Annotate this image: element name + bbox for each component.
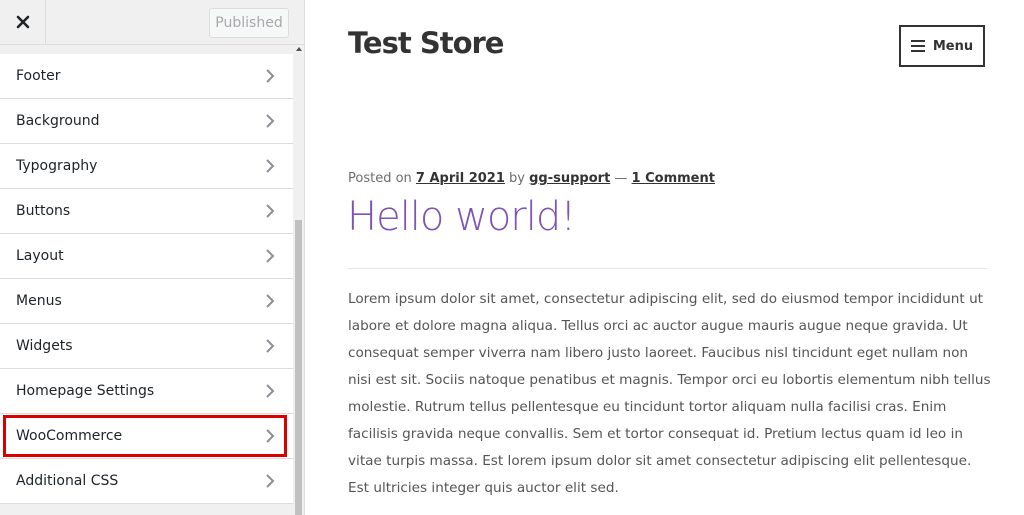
section-layout[interactable]: Layout	[0, 234, 293, 279]
post-author-link[interactable]: gg-support	[529, 171, 610, 186]
post-date-link[interactable]: 7 April 2021	[416, 171, 505, 186]
chevron-right-icon	[266, 339, 275, 353]
section-label: Layout	[16, 248, 64, 264]
section-buttons[interactable]: Buttons	[0, 189, 293, 234]
sidebar-header: Published	[0, 0, 304, 45]
section-typography[interactable]: Typography	[0, 144, 293, 189]
menu-toggle-button[interactable]: Menu	[899, 25, 985, 67]
section-label: Background	[16, 113, 100, 129]
post-meta: Posted on 7 April 2021 by gg-support — 1…	[348, 171, 715, 186]
chevron-right-icon	[266, 114, 275, 128]
section-label: Additional CSS	[16, 473, 119, 489]
post-title[interactable]: Hello world!	[347, 194, 576, 240]
section-homepage-settings[interactable]: Homepage Settings	[0, 369, 293, 414]
chevron-right-icon	[266, 474, 275, 488]
section-label: Widgets	[16, 338, 73, 354]
chevron-right-icon	[266, 249, 275, 263]
section-menus[interactable]: Menus	[0, 279, 293, 324]
chevron-right-icon	[266, 294, 275, 308]
meta-by: by	[504, 171, 530, 186]
section-label: Typography	[16, 158, 98, 174]
divider	[348, 268, 987, 269]
hamburger-icon	[910, 40, 925, 52]
section-label: Footer	[16, 68, 61, 84]
post-comments-link[interactable]: 1 Comment	[632, 171, 715, 186]
close-button[interactable]	[0, 0, 46, 44]
scrollbar-thumb[interactable]	[295, 220, 302, 515]
section-label: Homepage Settings	[16, 383, 155, 399]
chevron-right-icon	[266, 384, 275, 398]
section-label: Menus	[16, 293, 62, 309]
chevron-right-icon	[266, 429, 275, 443]
chevron-right-icon	[266, 159, 275, 173]
published-button[interactable]: Published	[209, 8, 289, 38]
section-woocommerce[interactable]: WooCommerce	[0, 414, 293, 459]
close-icon	[16, 15, 29, 29]
section-label: Buttons	[16, 203, 71, 219]
customizer-section-list: Footer Background Typography Buttons Lay…	[0, 54, 293, 504]
scroll-up-arrow-icon[interactable]	[296, 47, 302, 51]
menu-label: Menu	[932, 38, 974, 54]
site-preview: Test Store Menu Posted on 7 April 2021 b…	[305, 0, 1024, 515]
customizer-sidebar: Published Footer Background Typography B…	[0, 0, 305, 515]
chevron-right-icon	[266, 69, 275, 83]
section-additional-css[interactable]: Additional CSS	[0, 459, 293, 504]
section-footer[interactable]: Footer	[0, 54, 293, 99]
post-content: Lorem ipsum dolor sit amet, consectetur …	[348, 291, 991, 496]
meta-prefix: Posted on	[348, 171, 416, 186]
section-background[interactable]: Background	[0, 99, 293, 144]
chevron-right-icon	[266, 204, 275, 218]
section-widgets[interactable]: Widgets	[0, 324, 293, 369]
section-label: WooCommerce	[16, 428, 123, 444]
site-title[interactable]: Test Store	[348, 26, 504, 60]
meta-separator: —	[610, 171, 632, 186]
